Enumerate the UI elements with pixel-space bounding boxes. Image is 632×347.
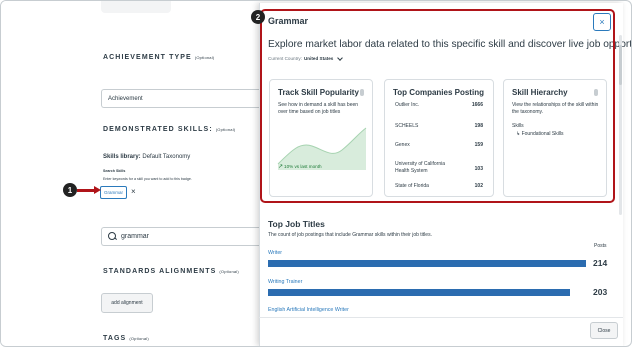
optional-label: (Optional) xyxy=(194,55,215,60)
standards-alignments-heading: STANDARDS ALIGNMENTS (Optional) xyxy=(103,268,239,275)
company-count: 103 xyxy=(474,166,483,172)
optional-label: (Optional) xyxy=(219,269,239,274)
panel-subtitle: Explore market labor data related to thi… xyxy=(268,39,632,50)
card-title: Skill Hierarchy xyxy=(512,88,568,97)
hierarchy-level-1: Skills xyxy=(512,123,524,129)
callout-arrow xyxy=(77,186,101,193)
company-count: 1666 xyxy=(471,102,483,108)
panel-title: Grammar xyxy=(268,16,309,26)
top-job-titles-description: The count of job postings that include G… xyxy=(268,232,432,238)
card-description: View the relationships of the skill with… xyxy=(512,102,599,115)
top-field-stub xyxy=(101,1,171,13)
skill-search-value: grammar xyxy=(121,233,150,240)
skill-chip-label: Grammar xyxy=(104,190,123,195)
top-companies-card[interactable]: Top Companies Posting Outlier Inc. 1666 S… xyxy=(384,79,494,197)
trend-up-icon: ↗ xyxy=(278,164,284,170)
company-name: University of California Health System xyxy=(395,161,446,174)
country-label: Current Country: xyxy=(268,56,302,61)
top-job-titles-heading: Top Job Titles xyxy=(268,219,325,229)
company-name: Genex xyxy=(395,142,410,148)
job-posts-bar xyxy=(268,260,586,267)
info-pill-icon xyxy=(594,89,598,96)
job-title-link[interactable]: English Artificial Intelligence Writer xyxy=(268,307,349,313)
company-count: 159 xyxy=(474,142,483,148)
app-frame: ACHIEVEMENT TYPE (Optional) Achievement D… xyxy=(0,0,632,347)
search-skills-label: Search Skills xyxy=(103,169,126,173)
info-pill-icon xyxy=(360,89,364,96)
job-title-link[interactable]: Writing Trainer xyxy=(268,279,302,285)
company-count: 102 xyxy=(474,183,483,189)
country-value: United States xyxy=(303,56,334,61)
hierarchy-level-2-label: Foundational Skills xyxy=(521,131,564,137)
demonstrated-skills-heading: DEMONSTRATED SKILLS: (Optional) xyxy=(103,126,236,133)
optional-label: (Optional) xyxy=(215,127,236,132)
posts-column-header: Posts xyxy=(594,243,607,249)
close-icon[interactable]: × xyxy=(593,13,611,31)
skill-popularity-card[interactable]: Track Skill Popularity See how in demand… xyxy=(269,79,373,197)
skill-chip-grammar[interactable]: Grammar xyxy=(100,186,127,199)
company-name: Outlier Inc. xyxy=(395,102,420,108)
close-button[interactable]: Close xyxy=(590,322,618,339)
search-skills-hint: Enter keywords for a skill you want to a… xyxy=(103,177,192,181)
panel-scrollbar[interactable] xyxy=(619,35,622,215)
skills-library-value[interactable]: Default Taxonomy xyxy=(142,154,190,160)
tags-heading: TAGS (Optional) xyxy=(103,335,149,342)
company-name: State of Florida xyxy=(395,183,429,189)
add-alignment-button[interactable]: add alignment xyxy=(101,293,153,313)
job-posts-count: 214 xyxy=(593,258,608,268)
search-icon xyxy=(108,232,117,241)
card-title: Top Companies Posting xyxy=(393,88,484,97)
trend-indicator: ↗10% vs last month xyxy=(278,163,322,170)
callout-marker-2: 2 xyxy=(251,10,265,24)
job-title-link[interactable]: Writer xyxy=(268,250,282,256)
footer-divider xyxy=(259,317,623,318)
optional-label: (Optional) xyxy=(129,336,149,341)
chevron-down-icon xyxy=(337,54,344,61)
skill-hierarchy-card[interactable]: Skill Hierarchy View the relationships o… xyxy=(503,79,607,197)
skill-search-input[interactable]: grammar xyxy=(101,227,271,246)
skills-library-row: Skills library: Default Taxonomy xyxy=(103,154,191,160)
achievement-type-value: Achievement xyxy=(108,95,143,102)
company-name: SCHEELS xyxy=(395,123,419,129)
badge-form: ACHIEVEMENT TYPE (Optional) Achievement D… xyxy=(1,1,271,346)
job-posts-count: 203 xyxy=(593,287,608,297)
callout-marker-1: 1 xyxy=(63,183,77,197)
achievement-type-heading: ACHIEVEMENT TYPE (Optional) xyxy=(103,54,215,61)
achievement-type-select[interactable]: Achievement xyxy=(101,89,271,108)
hierarchy-level-2: ↳ Foundational Skills xyxy=(516,131,564,137)
trend-text: 10% vs last month xyxy=(284,164,322,169)
card-description: See how in demand a skill has been over … xyxy=(278,102,359,115)
remove-skill-icon[interactable]: × xyxy=(131,187,136,196)
country-selector[interactable]: Current Country: United States xyxy=(268,54,344,61)
job-posts-bar xyxy=(268,289,570,296)
company-count: 198 xyxy=(474,123,483,129)
card-title: Track Skill Popularity xyxy=(278,88,359,97)
